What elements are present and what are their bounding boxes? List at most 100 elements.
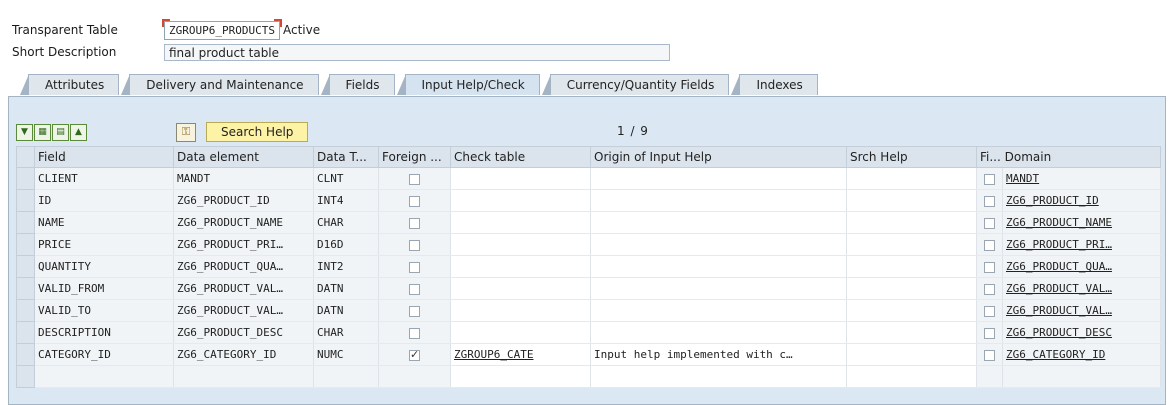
domain-cell[interactable]: ZG6_PRODUCT_ID [1002,189,1161,212]
data-type-cell[interactable]: D16D [313,233,379,256]
domain-cell[interactable]: MANDT [1002,167,1161,190]
search-help-cell[interactable] [846,255,977,278]
row-selector[interactable] [16,233,35,256]
collapse-icon[interactable]: ▲ [70,123,87,141]
row-selector[interactable] [16,321,35,344]
table-row[interactable]: VALID_FROM ZG6_PRODUCT_VAL… DATN ZG6_PRODUC… [16,277,1161,300]
data-element-cell[interactable]: ZG6_PRODUCT_VAL… [173,299,314,322]
col-data-element[interactable]: Data element [173,146,314,168]
empty-cell[interactable] [450,365,591,388]
data-element-cell[interactable]: MANDT [173,167,314,190]
row-selector[interactable] [16,255,35,278]
check-table-cell[interactable] [450,189,591,212]
check-table-cell[interactable] [450,255,591,278]
field-cell[interactable]: QUANTITY [34,255,174,278]
empty-cell[interactable] [590,365,847,388]
foreign-key-checkbox[interactable] [409,348,420,361]
data-type-cell[interactable]: CHAR [313,211,379,234]
empty-cell[interactable] [976,365,1003,388]
tab-fields[interactable]: Fields [320,74,395,95]
data-type-cell[interactable]: INT2 [313,255,379,278]
table-row[interactable]: CLIENT MANDT CLNT MANDT [16,167,1161,190]
search-help-cell[interactable] [846,299,977,322]
search-help-cell[interactable] [846,189,977,212]
field-cell[interactable]: VALID_TO [34,299,174,322]
row-selector[interactable] [16,277,35,300]
field-cell[interactable]: PRICE [34,233,174,256]
field-cell[interactable]: VALID_FROM [34,277,174,300]
row-selector[interactable] [16,211,35,234]
data-type-cell[interactable]: DATN [313,299,379,322]
check-table-cell[interactable] [450,321,591,344]
fixed-values-checkbox[interactable] [984,349,995,361]
field-cell[interactable]: CLIENT [34,167,174,190]
tab-delivery-maintenance[interactable]: Delivery and Maintenance [121,74,319,95]
col-origin-input-help[interactable]: Origin of Input Help [590,146,847,168]
fixed-values-checkbox[interactable] [984,239,995,251]
domain-cell[interactable]: ZG6_CATEGORY_ID [1002,343,1161,366]
foreign-key-checkbox[interactable] [409,305,420,317]
fixed-values-checkbox[interactable] [984,173,995,185]
col-foreign-key[interactable]: Foreign ... [378,146,451,168]
tab-indexes[interactable]: Indexes [731,74,818,95]
tab-input-help-check[interactable]: Input Help/Check [396,74,540,95]
origin-input-help-cell[interactable] [590,189,847,212]
data-type-cell[interactable]: DATN [313,277,379,300]
empty-cell[interactable] [378,365,451,388]
empty-table-row[interactable] [16,365,1161,388]
expand-all-icon[interactable]: ▼ [16,123,33,141]
data-element-cell[interactable]: ZG6_PRODUCT_ID [173,189,314,212]
check-table-cell[interactable] [450,299,591,322]
check-table-cell[interactable] [450,167,591,190]
table-name-field[interactable]: ZGROUP6_PRODUCTS [162,18,282,40]
field-cell[interactable]: ID [34,189,174,212]
table-row[interactable]: DESCRIPTION ZG6_PRODUCT_DESC CHAR ZG6_PRODU… [16,321,1161,344]
row-selector[interactable] [16,343,35,366]
check-table-cell[interactable] [450,211,591,234]
domain-cell[interactable]: ZG6_PRODUCT_NAME [1002,211,1161,234]
check-table-cell[interactable]: ZGROUP6_CATE [450,343,591,366]
col-check-table[interactable]: Check table [450,146,591,168]
origin-input-help-cell[interactable] [590,321,847,344]
origin-input-help-cell[interactable] [590,211,847,234]
domain-cell[interactable]: ZG6_PRODUCT_VAL… [1002,299,1161,322]
data-element-cell[interactable]: ZG6_PRODUCT_QUA… [173,255,314,278]
key-icon[interactable]: ⚿ [176,122,196,142]
foreign-key-checkbox[interactable] [409,261,420,273]
field-cell[interactable]: DESCRIPTION [34,321,174,344]
select-all-icon[interactable]: ▦ [34,123,51,141]
data-type-cell[interactable]: NUMC [313,343,379,366]
domain-cell[interactable]: ZG6_PRODUCT_DESC [1002,321,1161,344]
empty-cell[interactable] [173,365,314,388]
data-element-cell[interactable]: ZG6_CATEGORY_ID [173,343,314,366]
select-all-column-header[interactable] [16,146,35,168]
short-desc-field[interactable]: final product table [164,43,670,61]
origin-input-help-cell[interactable] [590,299,847,322]
field-cell[interactable]: CATEGORY_ID [34,343,174,366]
row-selector[interactable] [16,299,35,322]
origin-input-help-cell[interactable]: Input help implemented with c… [590,343,847,366]
origin-input-help-cell[interactable] [590,277,847,300]
search-help-cell[interactable] [846,233,977,256]
row-selector[interactable] [16,365,35,388]
search-help-cell[interactable] [846,277,977,300]
fixed-values-checkbox[interactable] [984,217,995,229]
col-search-help[interactable]: Srch Help [846,146,977,168]
data-type-cell[interactable]: CLNT [313,167,379,190]
check-table-cell[interactable] [450,277,591,300]
fixed-values-checkbox[interactable] [984,261,995,273]
search-help-button[interactable]: Search Help [206,122,309,142]
data-element-cell[interactable]: ZG6_PRODUCT_VAL… [173,277,314,300]
row-selector[interactable] [16,167,35,190]
foreign-key-checkbox[interactable] [409,283,420,295]
search-help-cell[interactable] [846,167,977,190]
col-fixed-domain[interactable]: Fi... Domain [976,146,1161,168]
domain-cell[interactable]: ZG6_PRODUCT_VAL… [1002,277,1161,300]
origin-input-help-cell[interactable] [590,233,847,256]
data-element-cell[interactable]: ZG6_PRODUCT_PRI… [173,233,314,256]
domain-cell[interactable]: ZG6_PRODUCT_PRI… [1002,233,1161,256]
table-row[interactable]: CATEGORY_IDZG6_CATEGORY_IDNUMCZGROUP6_CA… [16,343,1161,366]
foreign-key-checkbox[interactable] [409,173,420,185]
domain-cell[interactable]: ZG6_PRODUCT_QUA… [1002,255,1161,278]
foreign-key-checkbox[interactable] [409,217,420,229]
